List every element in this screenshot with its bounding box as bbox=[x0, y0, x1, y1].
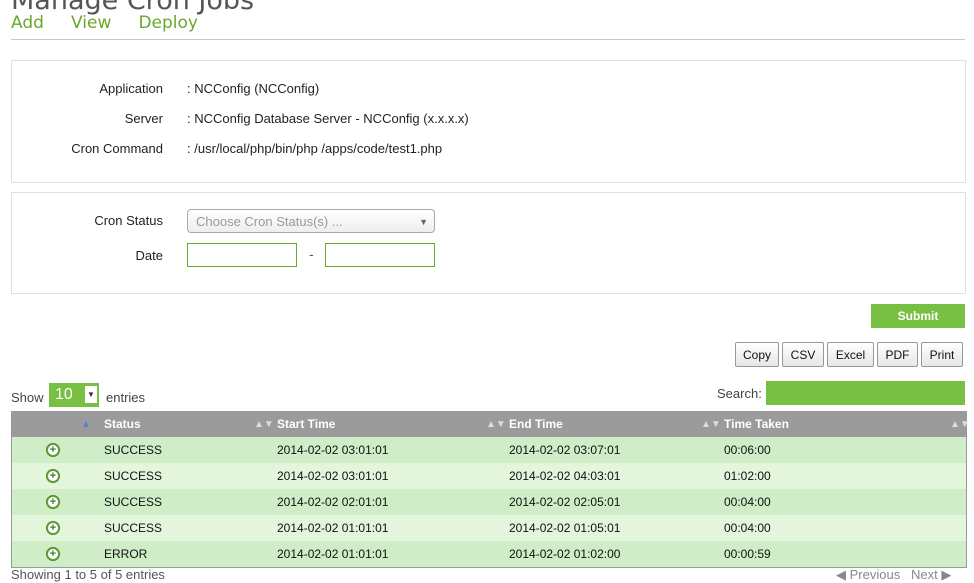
page-length-value: 10 bbox=[55, 386, 73, 403]
application-label: Application bbox=[99, 81, 163, 96]
cell-status: ERROR bbox=[104, 547, 148, 561]
sort-icon[interactable]: ▲▼ bbox=[254, 412, 274, 437]
sort-asc-icon[interactable]: ▲ bbox=[81, 412, 91, 437]
plus-circle-icon[interactable]: + bbox=[46, 547, 60, 561]
table-row: + SUCCESS 2014-02-02 01:01:01 2014-02-02… bbox=[12, 515, 966, 541]
cell-time-taken: 01:02:00 bbox=[724, 469, 771, 483]
plus-circle-icon[interactable]: + bbox=[46, 443, 60, 457]
sort-icon[interactable]: ▲▼ bbox=[701, 412, 721, 437]
cell-status: SUCCESS bbox=[104, 521, 163, 535]
cron-runs-table: ▲ Status ▲▼ Start Time ▲▼ End Time ▲▼ Ti… bbox=[11, 411, 970, 568]
filter-panel: Cron Status Choose Cron Status(s) ... ▼ … bbox=[11, 192, 966, 294]
application-value: : NCConfig (NCConfig) bbox=[187, 81, 320, 96]
cron-command-label: Cron Command bbox=[71, 141, 163, 156]
cell-time-taken: 00:04:00 bbox=[724, 495, 771, 509]
cron-status-label: Cron Status bbox=[94, 213, 163, 228]
pagination: ◀ Previous Next ▶ bbox=[836, 567, 951, 583]
chevron-down-icon: ▼ bbox=[419, 217, 428, 227]
chevron-down-icon: ▼ bbox=[85, 386, 97, 403]
csv-button[interactable]: CSV bbox=[782, 342, 824, 367]
cell-end-time: 2014-02-02 01:05:01 bbox=[509, 521, 621, 535]
table-row: + SUCCESS 2014-02-02 02:01:01 2014-02-02… bbox=[12, 489, 966, 515]
cron-status-placeholder: Choose Cron Status(s) ... bbox=[196, 214, 343, 229]
show-label: Show bbox=[11, 390, 44, 405]
entries-label: entries bbox=[106, 390, 146, 405]
table-row: + SUCCESS 2014-02-02 03:01:01 2014-02-02… bbox=[12, 463, 966, 489]
cell-status: SUCCESS bbox=[104, 443, 163, 457]
sort-icon[interactable]: ▲▼ bbox=[950, 412, 970, 437]
page-length-select[interactable]: 10 ▼ bbox=[49, 383, 99, 407]
date-to-input[interactable] bbox=[325, 243, 435, 267]
job-details-panel: Application : NCConfig (NCConfig) Server… bbox=[11, 60, 966, 183]
date-label: Date bbox=[135, 248, 163, 263]
cell-time-taken: 00:04:00 bbox=[724, 521, 771, 535]
cell-start-time: 2014-02-02 03:01:01 bbox=[277, 469, 389, 483]
server-value: : NCConfig Database Server - NCConfig (x… bbox=[187, 111, 469, 126]
print-button[interactable]: Print bbox=[921, 342, 963, 367]
table-row: + ERROR 2014-02-02 01:01:01 2014-02-02 0… bbox=[12, 541, 966, 567]
cron-status-select[interactable]: Choose Cron Status(s) ... ▼ bbox=[187, 209, 435, 233]
nav-add-link[interactable]: Add bbox=[11, 13, 44, 33]
cell-start-time: 2014-02-02 02:01:01 bbox=[277, 495, 389, 509]
column-header-status[interactable]: Status bbox=[104, 412, 141, 437]
cell-end-time: 2014-02-02 04:03:01 bbox=[509, 469, 621, 483]
nav-view-link[interactable]: View bbox=[71, 13, 111, 33]
pdf-button[interactable]: PDF bbox=[877, 342, 918, 367]
excel-button[interactable]: Excel bbox=[827, 342, 874, 367]
table-info: Showing 1 to 5 of 5 entries bbox=[11, 567, 165, 582]
copy-button[interactable]: Copy bbox=[735, 342, 779, 367]
sort-icon[interactable]: ▲▼ bbox=[486, 412, 506, 437]
column-header-start-time[interactable]: Start Time bbox=[277, 412, 335, 437]
nav-bar: Add View Deploy bbox=[11, 13, 220, 35]
date-separator: - bbox=[309, 248, 314, 263]
cell-time-taken: 00:06:00 bbox=[724, 443, 771, 457]
cron-command-value: : /usr/local/php/bin/php /apps/code/test… bbox=[187, 141, 443, 156]
column-header-end-time[interactable]: End Time bbox=[509, 412, 563, 437]
chevron-right-icon: ▶ bbox=[941, 567, 952, 582]
search-input[interactable] bbox=[766, 381, 965, 405]
previous-button[interactable]: Previous bbox=[850, 567, 901, 582]
table-row: + SUCCESS 2014-02-02 03:01:01 2014-02-02… bbox=[12, 437, 966, 463]
table-header-row: ▲ Status ▲▼ Start Time ▲▼ End Time ▲▼ Ti… bbox=[12, 412, 970, 437]
column-header-time-taken[interactable]: Time Taken bbox=[724, 412, 789, 437]
cell-start-time: 2014-02-02 01:01:01 bbox=[277, 521, 389, 535]
cell-end-time: 2014-02-02 02:05:01 bbox=[509, 495, 621, 509]
cell-end-time: 2014-02-02 01:02:00 bbox=[509, 547, 621, 561]
nav-deploy-link[interactable]: Deploy bbox=[138, 13, 198, 33]
search-label: Search: bbox=[717, 386, 762, 401]
plus-circle-icon[interactable]: + bbox=[46, 469, 60, 483]
cell-start-time: 2014-02-02 03:01:01 bbox=[277, 443, 389, 457]
nav-divider bbox=[11, 39, 965, 40]
cell-start-time: 2014-02-02 01:01:01 bbox=[277, 547, 389, 561]
plus-circle-icon[interactable]: + bbox=[46, 521, 60, 535]
chevron-left-icon: ◀ bbox=[836, 567, 846, 582]
date-from-input[interactable] bbox=[187, 243, 297, 267]
cell-status: SUCCESS bbox=[104, 469, 163, 483]
next-button[interactable]: Next bbox=[911, 567, 938, 582]
plus-circle-icon[interactable]: + bbox=[46, 495, 60, 509]
submit-button[interactable]: Submit bbox=[871, 304, 965, 328]
server-label: Server bbox=[124, 111, 163, 126]
cell-time-taken: 00:00:59 bbox=[724, 547, 771, 561]
cell-end-time: 2014-02-02 03:07:01 bbox=[509, 443, 621, 457]
cell-status: SUCCESS bbox=[104, 495, 163, 509]
